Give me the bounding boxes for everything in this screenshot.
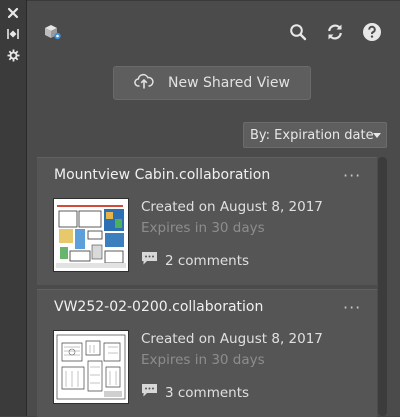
cloud-upload-icon bbox=[134, 73, 154, 93]
chevron-down-icon bbox=[373, 133, 381, 138]
shared-view-card[interactable]: VW252-02-0200.collaboration ··· Created … bbox=[37, 289, 377, 417]
comments-count: 2 comments bbox=[165, 252, 250, 269]
comment-icon bbox=[141, 383, 158, 402]
shared-view-card[interactable]: Mountview Cabin.collaboration ··· Create… bbox=[37, 157, 377, 285]
scrollbar[interactable] bbox=[378, 157, 387, 416]
created-date: Created on August 8, 2017 bbox=[141, 199, 323, 215]
search-icon[interactable] bbox=[288, 22, 308, 42]
collapse-icon[interactable] bbox=[4, 25, 22, 43]
palette-title-strip bbox=[0, 0, 27, 416]
comments-link[interactable]: 2 comments bbox=[141, 251, 249, 270]
drawing-thumbnail[interactable] bbox=[53, 198, 129, 272]
refresh-icon[interactable] bbox=[325, 22, 345, 42]
comments-link[interactable]: 3 comments bbox=[141, 383, 249, 402]
more-options-icon[interactable]: ··· bbox=[343, 298, 361, 317]
settings-icon[interactable] bbox=[4, 46, 22, 64]
drawing-thumbnail[interactable] bbox=[53, 330, 129, 404]
shared-view-title[interactable]: Mountview Cabin.collaboration bbox=[54, 167, 270, 183]
shared-views-list: Mountview Cabin.collaboration ··· Create… bbox=[37, 157, 377, 417]
expiration-text: Expires in 30 days bbox=[141, 352, 265, 368]
sort-dropdown-label: By: Expiration date bbox=[250, 127, 374, 143]
help-icon[interactable] bbox=[362, 22, 382, 42]
shared-view-title[interactable]: VW252-02-0200.collaboration bbox=[54, 299, 263, 315]
close-icon[interactable] bbox=[4, 4, 22, 22]
panel-divider bbox=[27, 0, 400, 1]
expiration-text: Expires in 30 days bbox=[141, 220, 265, 236]
created-date: Created on August 8, 2017 bbox=[141, 331, 323, 347]
comments-count: 3 comments bbox=[165, 384, 250, 401]
new-shared-view-label: New Shared View bbox=[168, 75, 290, 91]
new-shared-view-button[interactable]: New Shared View bbox=[113, 66, 311, 100]
collaboration-logo-icon bbox=[42, 22, 62, 42]
comment-icon bbox=[141, 251, 158, 270]
more-options-icon[interactable]: ··· bbox=[343, 166, 361, 185]
sort-dropdown[interactable]: By: Expiration date bbox=[243, 122, 387, 148]
